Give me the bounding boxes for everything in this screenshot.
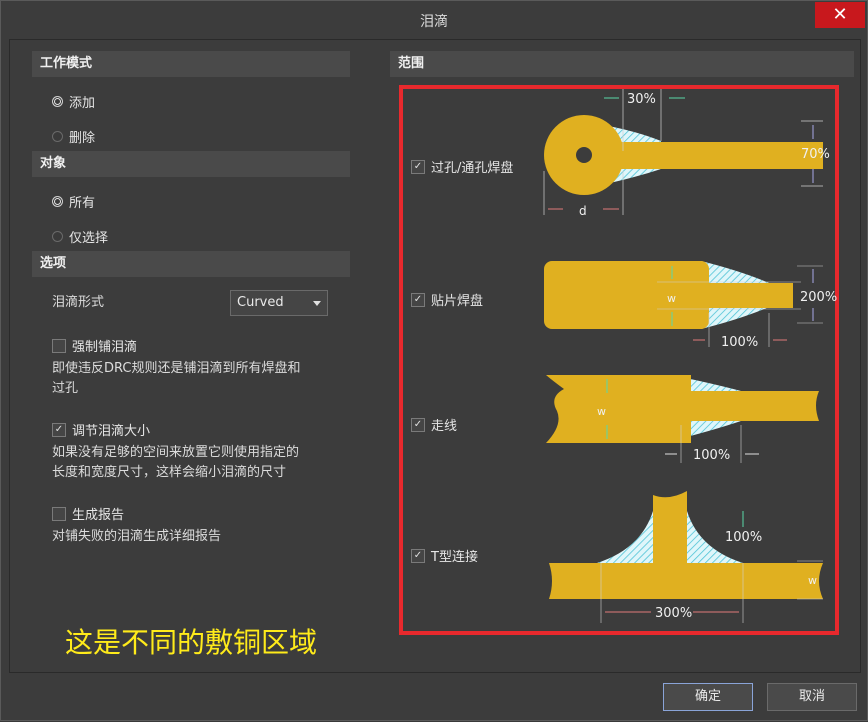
tjunction-pct-mid: 100% xyxy=(725,530,762,545)
teardrop-dialog: 泪滴 ✕ 工作模式 添加 删除 对象 所有 仅选择 选项 泪滴形式 Curved xyxy=(0,0,868,721)
cancel-button[interactable]: 取消 xyxy=(767,683,857,711)
tjunction-teardrop-left xyxy=(597,511,653,563)
ok-button[interactable]: 确定 xyxy=(663,683,753,711)
smd-diagram: w 200% 100% xyxy=(544,261,837,350)
via-diagram: 30% 70% d xyxy=(543,89,830,218)
tjunction-horizontal-track xyxy=(549,563,823,599)
smd-pct-bottom: 100% xyxy=(721,335,758,350)
via-hole-icon xyxy=(576,147,592,163)
track-w-label: w xyxy=(597,405,606,418)
tjunction-w-label: w xyxy=(808,574,817,587)
smd-track xyxy=(661,283,793,308)
via-pct-right: 70% xyxy=(801,147,830,162)
smd-pct-right: 200% xyxy=(800,290,837,305)
track-narrow xyxy=(681,391,819,421)
track-pct-bottom: 100% xyxy=(693,448,730,463)
track-diagram: w 100% xyxy=(546,375,819,463)
smd-w-label: w xyxy=(667,292,676,305)
via-diameter-label: d xyxy=(579,204,587,218)
track-wide xyxy=(546,375,691,443)
teardrop-diagrams: 30% 70% d w 200% 100% w 100% 100% w 300% xyxy=(543,89,837,623)
tjunction-vertical-track xyxy=(653,491,687,563)
via-pct-top: 30% xyxy=(627,92,656,107)
via-track xyxy=(613,142,823,169)
tjunction-diagram: 100% w 300% xyxy=(549,491,823,623)
tjunction-pct-bottom: 300% xyxy=(655,606,692,621)
